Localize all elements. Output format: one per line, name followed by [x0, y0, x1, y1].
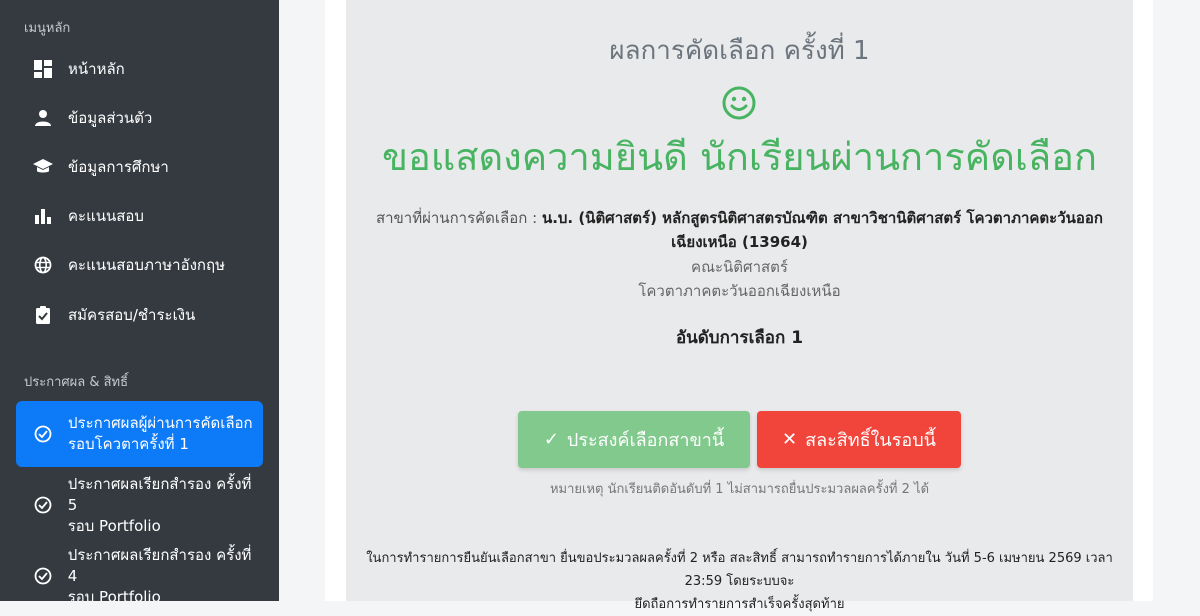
branch-label: สาขาที่ผ่านการคัดเลือก :: [375, 209, 538, 227]
close-icon: ✕: [782, 429, 798, 450]
sidebar-item-profile[interactable]: ข้อมูลส่วนตัว: [16, 96, 263, 140]
sidebar-item-label: ประกาศผลเรียกสำรอง ครั้งที่ 5: [67, 474, 252, 514]
sidebar-item-label: หน้าหลัก: [68, 60, 125, 78]
clipboard-check-icon: [32, 304, 54, 326]
sidebar-item-reserve-5[interactable]: ประกาศผลเรียกสำรอง ครั้งที่ 5 รอบ Portfo…: [16, 472, 263, 538]
dashboard-icon: [32, 58, 54, 80]
sidebar-item-sublabel: รอบ Portfolio: [67, 516, 161, 535]
sidebar-item-home[interactable]: หน้าหลัก: [16, 47, 263, 91]
sidebar-section-results: ประกาศผล & สิทธิ์: [24, 375, 129, 390]
sidebar-item-sublabel: รอบ Portfolio: [67, 587, 161, 602]
accept-branch-button[interactable]: ✓ ประสงค์เลือกสาขานี้: [518, 411, 750, 468]
branch-info: สาขาที่ผ่านการคัดเลือก : น.บ. (นิติศาสตร…: [372, 206, 1107, 254]
sidebar-item-label: ประกาศผลผู้ผ่านการคัดเลือก: [68, 414, 253, 432]
check-circle-icon: [32, 423, 54, 445]
deadline-info-line2: ยึดถือการทำรายการสำเร็จครั้งสุดท้าย: [634, 597, 845, 612]
sidebar-item-reserve-4[interactable]: ประกาศผลเรียกสำรอง ครั้งที่ 4 รอบ Portfo…: [16, 543, 263, 601]
note-text: หมายเหตุ นักเรียนติดอันดับที่ 1 ไม่สามาร…: [549, 482, 930, 497]
faculty-name: คณะนิติศาสตร์: [691, 258, 788, 276]
sidebar-section-main: เมนูหลัก: [24, 21, 71, 36]
graduation-cap-icon: [32, 156, 54, 178]
accept-button-label: ประสงค์เลือกสาขานี้: [566, 430, 725, 451]
quota-name: โควตาภาคตะวันออกเฉียงเหนือ: [638, 282, 841, 300]
deadline-info: ในการทำรายการยืนยันเลือกสาขา ยื่นขอประมว…: [346, 547, 1133, 616]
globe-icon: [32, 254, 54, 276]
sidebar: เมนูหลัก หน้าหลัก ข้อมูลส่วนตัว ข้อมูลกา…: [0, 0, 279, 601]
check-icon: ✓: [543, 429, 559, 450]
waive-button-label: สละสิทธิ์ในรอบนี้: [805, 430, 936, 451]
sidebar-item-scores[interactable]: คะแนนสอบ: [16, 194, 263, 238]
sidebar-item-label: ข้อมูลการศึกษา: [68, 158, 169, 176]
sidebar-item-quota-round-1[interactable]: ประกาศผลผู้ผ่านการคัดเลือก รอบโควตาครั้ง…: [16, 401, 263, 467]
smiley-icon: [722, 86, 756, 120]
result-panel: ผลการคัดเลือก ครั้งที่ 1 ขอแสดงความยินดี…: [346, 0, 1133, 612]
check-circle-icon: [32, 494, 54, 516]
choice-rank: อันดับการเลือก 1: [675, 328, 804, 348]
waive-right-button[interactable]: ✕ สละสิทธิ์ในรอบนี้: [757, 411, 961, 468]
deadline-info-line1: ในการทำรายการยืนยันเลือกสาขา ยื่นขอประมว…: [366, 551, 1113, 589]
sidebar-item-label: คะแนนสอบ: [68, 207, 144, 225]
congrats-message: ขอแสดงความยินดี นักเรียนผ่านการคัดเลือก: [381, 135, 1098, 179]
branch-value: น.บ. (นิติศาสตร์) หลักสูตรนิติศาสตรบัณฑิ…: [541, 209, 1104, 251]
sidebar-item-label: ประกาศผลเรียกสำรอง ครั้งที่ 4: [67, 545, 252, 585]
bar-chart-icon: [32, 205, 54, 227]
sidebar-item-sublabel: รอบโควตาครั้งที่ 1: [68, 435, 189, 453]
sidebar-item-label: คะแนนสอบภาษาอังกฤษ: [68, 256, 225, 274]
person-icon: [32, 107, 54, 129]
sidebar-item-english-scores[interactable]: คะแนนสอบภาษาอังกฤษ: [16, 243, 263, 287]
sidebar-item-apply-payment[interactable]: สมัครสอบ/ชำระเงิน: [16, 293, 263, 337]
check-circle-icon: [32, 565, 54, 587]
round-title: ผลการคัดเลือก ครั้งที่ 1: [609, 36, 870, 66]
sidebar-item-label: ข้อมูลส่วนตัว: [68, 109, 153, 127]
sidebar-item-label: สมัครสอบ/ชำระเงิน: [68, 306, 196, 324]
sidebar-item-education[interactable]: ข้อมูลการศึกษา: [16, 145, 263, 189]
